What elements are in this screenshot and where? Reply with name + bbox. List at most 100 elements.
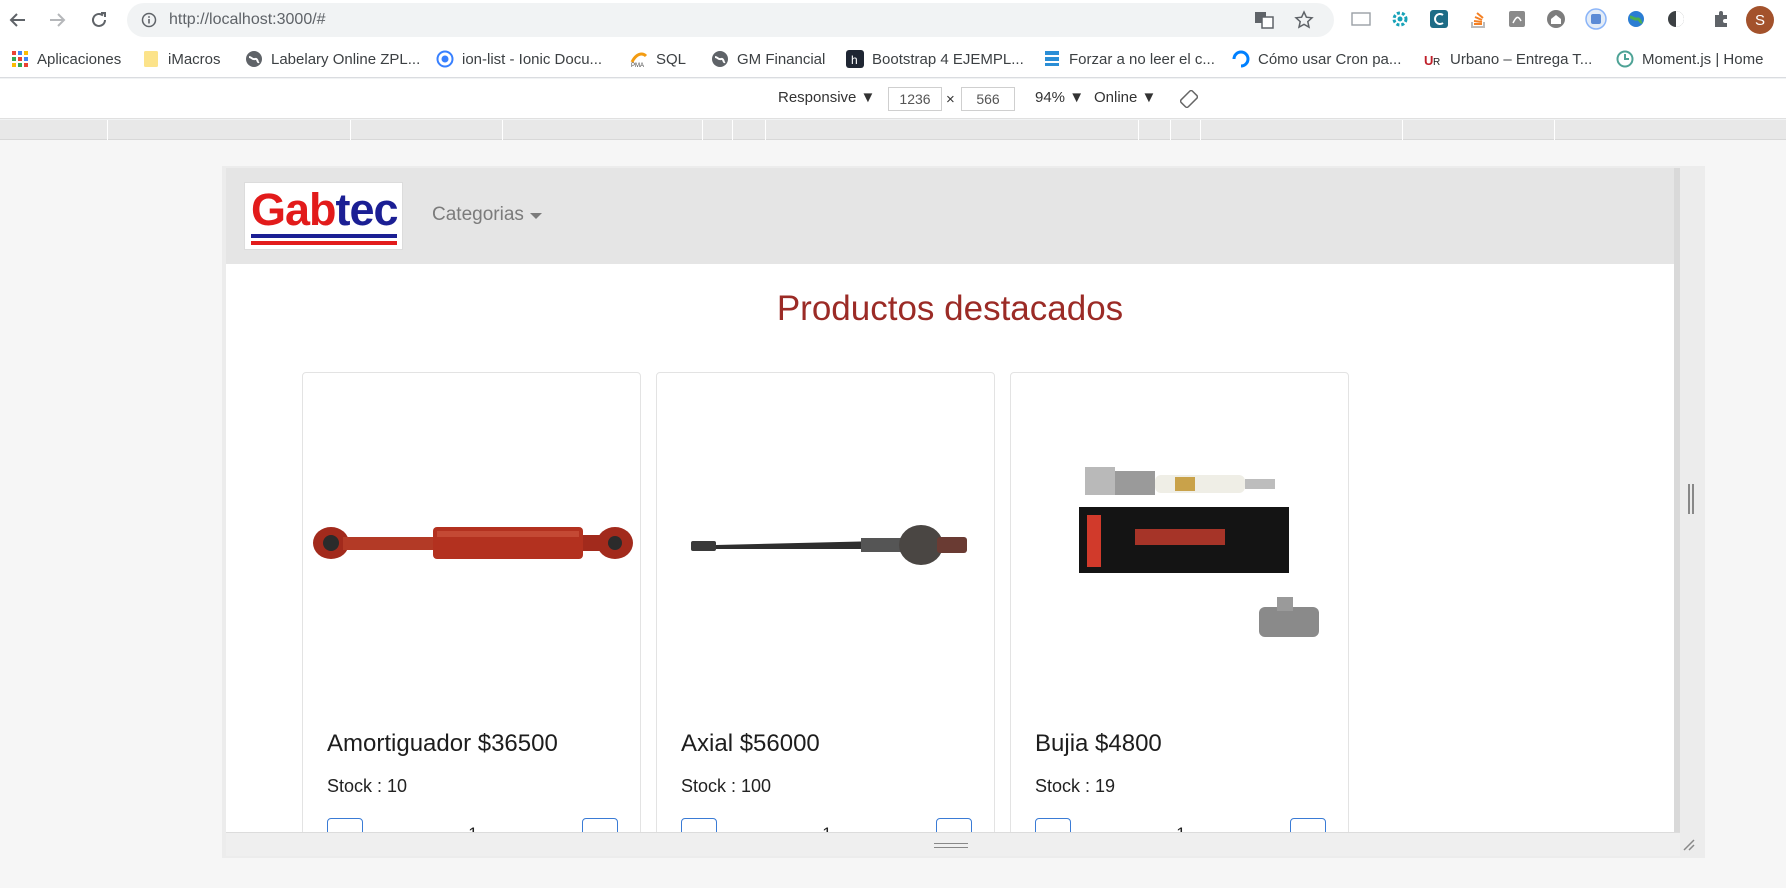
digitalocean-icon — [1232, 50, 1250, 68]
increment-button[interactable] — [936, 818, 972, 832]
tie-rod-icon — [691, 525, 967, 565]
phpmyadmin-icon: PMA — [630, 50, 648, 68]
bookmark-label: Moment.js | Home — [1642, 50, 1764, 68]
categorias-label: Categorias — [432, 204, 524, 225]
extension-icon-1[interactable] — [1350, 8, 1372, 30]
info-icon[interactable] — [141, 12, 157, 28]
resize-grip-icon — [934, 843, 968, 844]
network-label: Online — [1094, 89, 1138, 106]
forward-arrow-icon — [50, 13, 66, 27]
logo-text: Gabtec — [251, 184, 399, 235]
bookmark-ion-list[interactable]: ion-list - Ionic Docu... — [436, 40, 602, 78]
product-stock: Stock : 100 — [681, 776, 772, 796]
bookmark-label: Urbano – Entrega T... — [1450, 50, 1593, 68]
product-stock: Stock : 10 — [327, 776, 408, 796]
extensions-puzzle-icon[interactable] — [1710, 8, 1732, 30]
gabtec-logo[interactable]: Gabtec — [244, 182, 403, 250]
decrement-button[interactable] — [327, 818, 363, 832]
svg-text:h: h — [851, 53, 858, 67]
bookmark-label: Cómo usar Cron pa... — [1258, 50, 1402, 68]
c-extension-icon[interactable] — [1428, 8, 1450, 30]
bookmark-urbano[interactable]: UR Urbano – Entrega T... — [1424, 40, 1592, 78]
dark-mode-icon[interactable] — [1665, 8, 1687, 30]
quantity-value: 1 — [1171, 824, 1191, 832]
globe-extension-icon[interactable] — [1625, 8, 1647, 30]
categorias-dropdown[interactable]: Categorias — [432, 204, 542, 226]
bookmark-momentjs[interactable]: Moment.js | Home — [1616, 40, 1763, 78]
reload-icon — [92, 12, 106, 27]
svg-text:U: U — [1424, 53, 1433, 68]
increment-button[interactable] — [582, 818, 618, 832]
pdf-extension-icon[interactable] — [1506, 8, 1528, 30]
site-navbar: Gabtec Categorias — [226, 168, 1674, 264]
bookmark-labelary[interactable]: Labelary Online ZPL... — [245, 40, 420, 78]
viewport-resize-bottom[interactable] — [226, 832, 1680, 856]
resize-corner-icon[interactable] — [1680, 836, 1696, 852]
page-title: Productos destacados — [776, 289, 1124, 328]
bookmark-bootstrap[interactable]: h Bootstrap 4 EJEMPL... — [846, 40, 1024, 78]
bookmark-forzar[interactable]: Forzar a no leer el c... — [1043, 40, 1215, 78]
dimension-separator: × — [946, 91, 955, 108]
bookmarks-bar: Aplicaciones iMacros Labelary Online ZPL… — [0, 40, 1786, 78]
decrement-button[interactable] — [681, 818, 717, 832]
svg-text:PMA: PMA — [631, 63, 644, 68]
bookmark-sql[interactable]: PMA SQL — [630, 40, 686, 78]
url-text[interactable]: http://localhost:3000/# — [169, 11, 326, 29]
active-extension-icon[interactable] — [1585, 8, 1607, 30]
logo-text-blue: tec — [335, 184, 399, 235]
bookmark-imacros[interactable]: iMacros — [142, 40, 221, 78]
zoom-label: 94% — [1035, 89, 1066, 106]
bookmark-aplicaciones[interactable]: Aplicaciones — [11, 40, 121, 78]
quantity-value: 1 — [817, 824, 837, 832]
globe-icon — [711, 50, 729, 68]
zoom-select[interactable]: 94% ▼ — [1035, 89, 1084, 106]
back-button[interactable] — [4, 6, 32, 34]
back-arrow-icon — [9, 13, 25, 27]
address-bar[interactable]: http://localhost:3000/# — [127, 3, 1334, 37]
bookmark-label: Labelary Online ZPL... — [271, 50, 421, 68]
emulated-viewport: Gabtec Categorias Productos destacados A… — [226, 168, 1674, 832]
viewport-scrollbar[interactable] — [1674, 168, 1680, 832]
network-throttle-select[interactable]: Online ▼ — [1094, 89, 1156, 106]
product-title: Bujia $4800 — [1035, 730, 1162, 757]
logo-stripe-red — [251, 241, 397, 245]
increment-button[interactable] — [1290, 818, 1326, 832]
rotate-icon[interactable] — [1180, 90, 1198, 108]
profile-avatar[interactable]: S — [1746, 6, 1774, 34]
product-image-spark-plug[interactable] — [1015, 405, 1344, 685]
product-image-shock-absorber[interactable] — [307, 405, 636, 685]
logo-stripe-blue — [251, 234, 397, 238]
product-card: Axial $56000 Stock : 100 1 — [656, 372, 995, 832]
bookmark-gm-financial[interactable]: GM Financial — [711, 40, 825, 78]
decrement-button[interactable] — [1035, 818, 1071, 832]
clock-icon — [1616, 50, 1634, 68]
spark-plug-icon — [1079, 467, 1319, 637]
device-label: Responsive — [778, 89, 857, 106]
home-extension-icon[interactable] — [1545, 8, 1567, 30]
device-select[interactable]: Responsive ▼ — [778, 89, 875, 106]
device-toolbar: Responsive ▼ 1236 × 566 94% ▼ Online ▼ — [0, 79, 1786, 119]
viewport-height-input[interactable]: 566 — [961, 87, 1015, 111]
reload-button[interactable] — [85, 6, 113, 34]
quantity-value: 1 — [463, 824, 483, 832]
logo-text-red: Gab — [251, 184, 337, 235]
product-stock: Stock : 19 — [1035, 776, 1116, 796]
bookmark-label: iMacros — [168, 50, 221, 68]
bookmark-label: Forzar a no leer el c... — [1069, 50, 1215, 68]
viewport-width-input[interactable]: 1236 — [888, 87, 942, 111]
stackoverflow-extension-icon[interactable] — [1467, 8, 1489, 30]
translate-icon[interactable] — [1254, 11, 1274, 29]
forward-button[interactable] — [43, 6, 71, 34]
product-image-tie-rod[interactable] — [661, 405, 990, 685]
urbano-icon: UR — [1424, 50, 1442, 68]
bookmark-label: SQL — [656, 50, 687, 68]
svg-text:R: R — [1433, 57, 1440, 68]
viewport-resize-right[interactable] — [1688, 484, 1690, 514]
shock-absorber-icon — [313, 527, 633, 559]
gear-extension-icon[interactable] — [1389, 8, 1411, 30]
bookmark-cron[interactable]: Cómo usar Cron pa... — [1232, 40, 1401, 78]
product-card: Bujia $4800 Stock : 19 1 — [1010, 372, 1349, 832]
bookmark-star-icon[interactable] — [1294, 10, 1314, 30]
media-query-ruler[interactable] — [0, 120, 1786, 140]
product-title: Axial $56000 — [681, 730, 820, 757]
